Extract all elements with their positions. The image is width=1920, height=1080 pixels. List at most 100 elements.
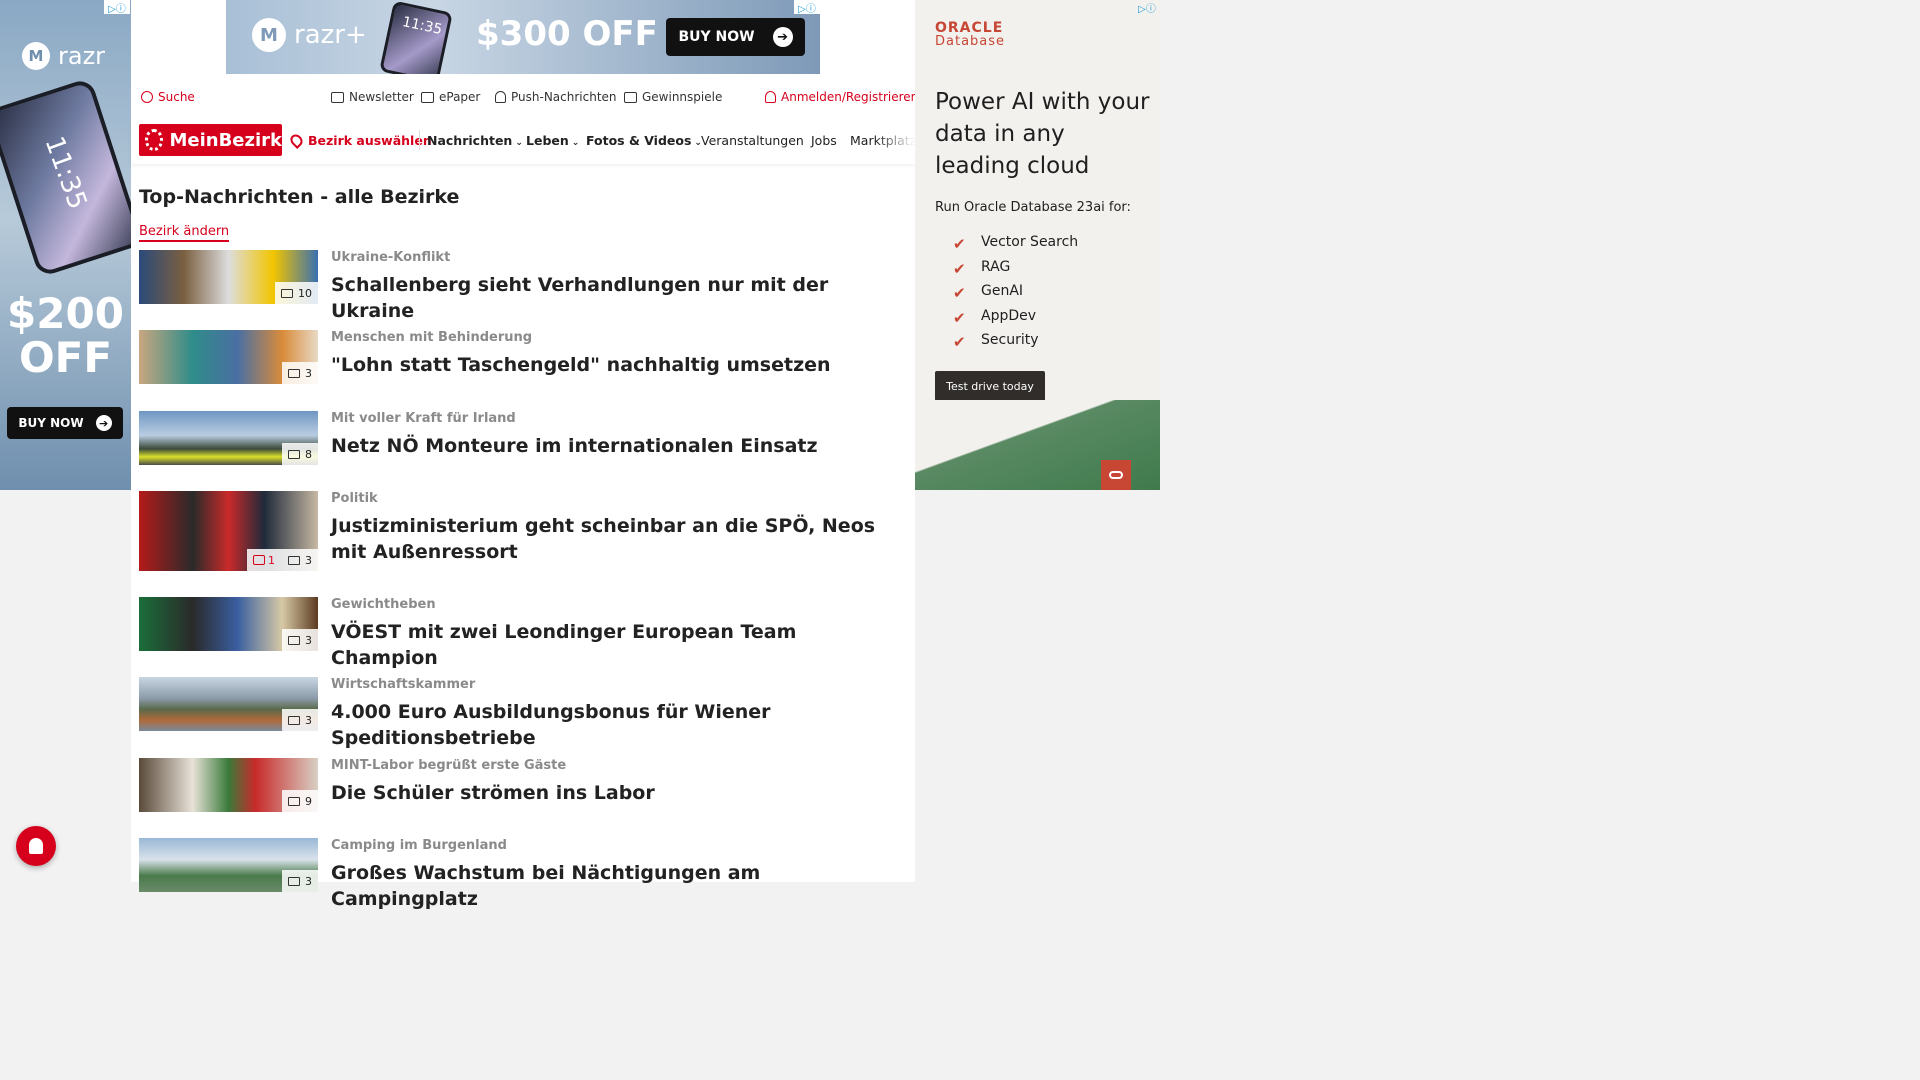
nav-item-veranstaltungen[interactable]: Veranstaltungen	[701, 133, 804, 148]
login-link[interactable]: Anmelden/Registrieren	[765, 90, 918, 104]
image-icon	[288, 796, 300, 806]
checkmark-icon: ✔	[953, 308, 966, 327]
adchoices-icon[interactable]: ▷ⓘ	[104, 0, 130, 15]
left-skyscraper-ad[interactable]: ▷ⓘ M razr 11:35 $200 OFF BUY NOW ➔	[0, 0, 131, 490]
image-count-badge: 9	[282, 790, 318, 812]
image-count: 3	[305, 633, 312, 647]
article-thumbnail[interactable]: 3	[139, 677, 318, 731]
article-item[interactable]: 3 Wirtschaftskammer 4.000 Euro Ausbildun…	[139, 677, 909, 749]
main-column: M razr+ 11:35 $300 OFF BUY NOW ➔ ▷ⓘ Such…	[131, 0, 918, 910]
oracle-o-icon	[1101, 460, 1131, 490]
article-thumbnail[interactable]: 9	[139, 758, 318, 812]
nav-label: Veranstaltungen	[701, 133, 804, 148]
epaper-label: ePaper	[439, 90, 481, 104]
push-notifications-link[interactable]: Push-Nachrichten	[495, 90, 617, 104]
newsletter-link[interactable]: Newsletter	[331, 90, 414, 104]
comment-count-value: 1	[268, 553, 275, 567]
feature-label: Security	[981, 332, 1039, 349]
nav-label: Fotos & Videos	[586, 133, 692, 148]
article-item[interactable]: 10 Ukraine-Konflikt Schallenberg sieht V…	[139, 250, 909, 322]
mail-icon	[331, 91, 344, 103]
arrow-right-icon: ➔	[772, 27, 793, 47]
login-label: Anmelden/Registrieren	[781, 90, 919, 104]
article-title[interactable]: VÖEST mit zwei Leondinger European Team …	[331, 619, 906, 671]
article-title[interactable]: "Lohn statt Taschengeld" nachhaltig umse…	[331, 352, 906, 378]
article-thumbnail[interactable]: 3	[139, 330, 318, 384]
feature-item: ✔ Vector Search	[953, 230, 1078, 255]
article-item[interactable]: 1 3 Politik Justizministerium geht schei…	[139, 491, 909, 575]
test-drive-button[interactable]: Test drive today	[935, 371, 1045, 401]
article-item[interactable]: 3 Gewichtheben VÖEST mit zwei Leondinger…	[139, 597, 909, 669]
motorola-logo-icon: M	[22, 42, 50, 70]
article-thumbnail[interactable]: 3	[139, 838, 318, 892]
change-bezirk-link[interactable]: Bezirk ändern	[139, 224, 230, 242]
nav-item-leben[interactable]: Leben ⌄	[526, 133, 579, 148]
article-thumbnail[interactable]: 10	[139, 250, 318, 304]
bezirk-label: Bezirk auswählen	[308, 133, 432, 148]
offer-text: $300 OFF	[476, 14, 658, 54]
oracle-logo-sub: Database	[935, 34, 1006, 49]
feature-label: AppDev	[981, 307, 1037, 324]
article-kicker: MINT-Labor begrüßt erste Gäste	[331, 758, 567, 773]
adchoices-icon[interactable]: ▷ⓘ	[794, 0, 820, 15]
article-title[interactable]: Großes Wachstum bei Nächtigungen am Camp…	[331, 860, 906, 912]
article-thumbnail[interactable]: 8	[139, 411, 318, 465]
feature-item: ✔ AppDev	[953, 304, 1078, 329]
image-count: 10	[298, 286, 312, 300]
article-title[interactable]: 4.000 Euro Ausbildungsbonus für Wiener S…	[331, 699, 906, 751]
newsletter-label: Newsletter	[349, 90, 414, 104]
image-count-badge: 8	[282, 443, 318, 465]
image-count-badge: 10	[275, 282, 318, 304]
utility-bar: Suche Newsletter ePaper Push-Nachrichten…	[131, 80, 918, 116]
image-icon	[288, 555, 300, 565]
article-item[interactable]: 8 Mit voller Kraft für Irland Netz NÖ Mo…	[139, 411, 909, 471]
nav-label: Jobs	[811, 133, 837, 148]
article-item[interactable]: 3 Camping im Burgenland Großes Wachstum …	[139, 838, 909, 910]
ad-headline: Power AI with your data in any leading c…	[935, 89, 1150, 179]
nav-item-jobs[interactable]: Jobs	[811, 133, 837, 148]
image-icon	[288, 449, 300, 459]
ad-subline: Run Oracle Database 23ai for:	[935, 200, 1131, 215]
image-count: 3	[305, 366, 312, 380]
search-link[interactable]: Suche	[141, 90, 195, 104]
article-title[interactable]: Justizministerium geht scheinbar an die …	[331, 513, 906, 565]
article-kicker: Menschen mit Behinderung	[331, 330, 533, 345]
bezirk-select-button[interactable]: Bezirk auswählen	[288, 132, 432, 149]
image-count-badge: 3	[282, 362, 318, 384]
nav-item-nachrichten[interactable]: Nachrichten ⌄	[427, 133, 523, 148]
main-navigation: MeinBezirk Bezirk auswählen Nachrichten ⌄…	[131, 118, 916, 164]
image-icon	[288, 368, 300, 378]
article-thumbnail[interactable]: 1 3	[139, 491, 318, 571]
feature-label: Vector Search	[981, 234, 1079, 251]
push-label: Push-Nachrichten	[511, 90, 617, 104]
location-pin-icon	[288, 132, 305, 149]
buy-now-button[interactable]: BUY NOW ➔	[7, 407, 123, 439]
article-thumbnail[interactable]: 3	[139, 597, 318, 651]
meinbezirk-logo[interactable]: MeinBezirk	[139, 124, 282, 156]
notification-bell-button[interactable]	[16, 826, 56, 866]
article-kicker: Gewichtheben	[331, 597, 436, 612]
image-count-badge: 3	[282, 870, 318, 892]
right-oracle-ad[interactable]: ▷ⓘ ORACLE Database Power AI with your da…	[915, 0, 1160, 490]
article-title[interactable]: Schallenberg sieht Verhandlungen nur mit…	[331, 272, 906, 324]
razr-brand: razr	[58, 42, 106, 70]
feature-item: ✔ GenAI	[953, 279, 1078, 304]
image-count-badge: 3	[282, 629, 318, 651]
nav-label: Leben	[526, 133, 569, 148]
comment-count[interactable]: 1	[253, 554, 275, 567]
nav-item-fotos-videos[interactable]: Fotos & Videos ⌄	[586, 133, 702, 148]
epaper-link[interactable]: ePaper	[421, 90, 480, 104]
nav-fade	[875, 118, 915, 164]
gewinnspiele-link[interactable]: Gewinnspiele	[624, 90, 722, 104]
buy-now-button[interactable]: BUY NOW ➔	[666, 18, 805, 56]
article-item[interactable]: 3 Menschen mit Behinderung "Lohn statt T…	[139, 330, 909, 390]
article-title[interactable]: Die Schüler strömen ins Labor	[331, 780, 906, 806]
top-banner-ad[interactable]: M razr+ 11:35 $300 OFF BUY NOW ➔ ▷ⓘ	[226, 0, 820, 74]
feature-list: ✔ Vector Search ✔ RAG ✔ GenAI ✔ AppDev ✔ Secu…	[953, 230, 1078, 353]
adchoices-icon[interactable]: ▷ⓘ	[1134, 0, 1160, 15]
article-item[interactable]: 9 MINT-Labor begrüßt erste Gäste Die Sch…	[139, 758, 909, 818]
logo-gear-icon	[145, 129, 164, 151]
article-kicker: Camping im Burgenland	[331, 838, 507, 853]
article-title[interactable]: Netz NÖ Monteure im internationalen Eins…	[331, 433, 906, 459]
image-count-badge: 3	[282, 709, 318, 731]
